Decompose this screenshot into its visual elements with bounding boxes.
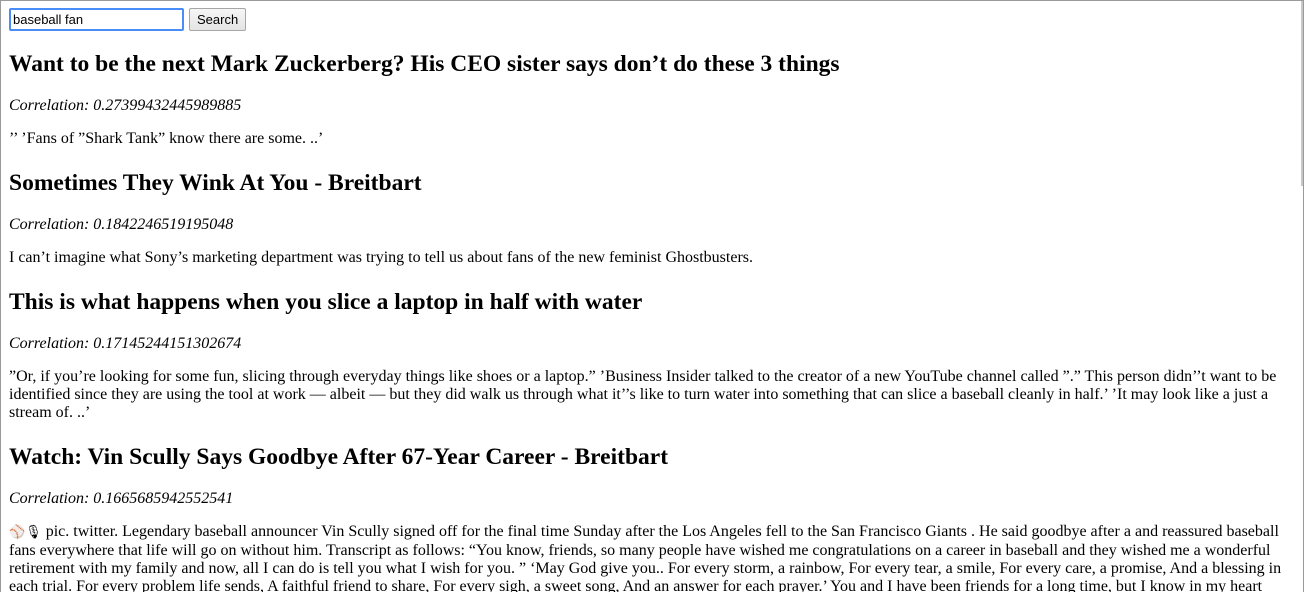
result-correlation: Correlation: 0.17145244151302674 — [9, 335, 242, 352]
scrollbar-thumb[interactable] — [1301, 1, 1303, 186]
result-snippet: ”Or, if you’re looking for some fun, sli… — [9, 368, 1277, 421]
baseball-microphone-emoji-icon: ⚾🎙 — [9, 525, 42, 540]
result-correlation: Correlation: 0.27399432445989885 — [9, 97, 242, 114]
result-correlation: Correlation: 0.1842246519195048 — [9, 216, 234, 233]
search-bar: Search — [9, 8, 247, 31]
result-snippet: I can’t imagine what Sony’s marketing de… — [9, 249, 753, 266]
result-snippet: ⚾🎙 pic. twitter. Legendary baseball anno… — [9, 520, 1289, 592]
result-item: This is what happens when you slice a la… — [9, 281, 1289, 436]
result-item: Watch: Vin Scully Says Goodbye After 67-… — [9, 436, 1289, 592]
result-snippet: ’’ ’Fans of ”Shark Tank” know there are … — [9, 130, 324, 147]
search-input[interactable] — [9, 8, 184, 31]
result-title: Watch: Vin Scully Says Goodbye After 67-… — [9, 444, 669, 470]
results-list: Want to be the next Mark Zuckerberg? His… — [9, 43, 1289, 592]
result-correlation: Correlation: 0.1665685942552541 — [9, 490, 234, 507]
search-button[interactable]: Search — [189, 8, 247, 31]
result-title: Want to be the next Mark Zuckerberg? His… — [9, 51, 840, 77]
result-snippet-text: pic. twitter. Legendary baseball announc… — [9, 523, 1282, 592]
result-item: Sometimes They Wink At You - Breitbart C… — [9, 162, 1289, 281]
result-title: This is what happens when you slice a la… — [9, 289, 643, 315]
result-title: Sometimes They Wink At You - Breitbart — [9, 170, 422, 196]
result-item: Want to be the next Mark Zuckerberg? His… — [9, 43, 1289, 162]
